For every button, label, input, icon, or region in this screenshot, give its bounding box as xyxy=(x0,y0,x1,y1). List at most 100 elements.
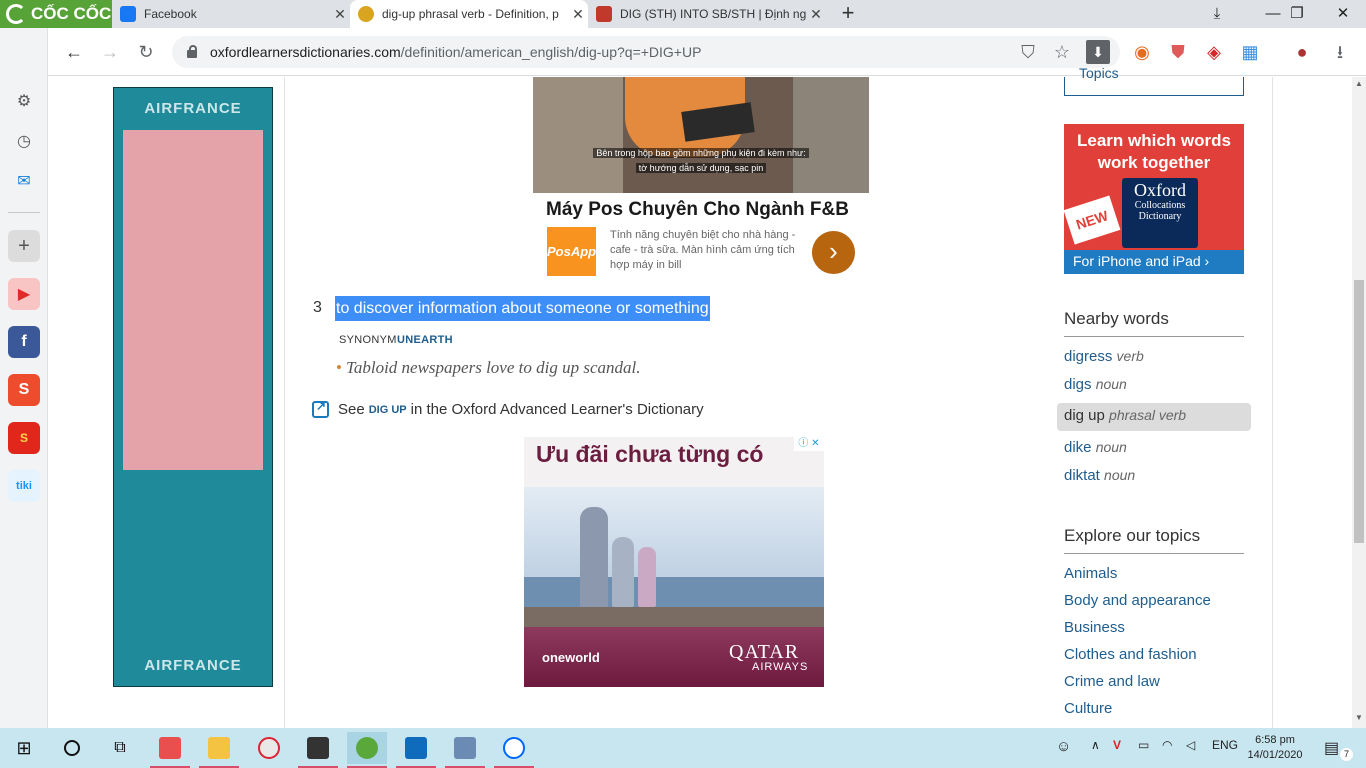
add-app-icon[interactable]: + xyxy=(8,230,40,262)
topic-link[interactable]: Clothes and fashion xyxy=(1064,646,1197,663)
tiki-icon[interactable]: tiki xyxy=(8,470,40,502)
sticky-notes-icon xyxy=(307,737,329,759)
unikey-icon[interactable]: V xyxy=(1113,738,1121,752)
page-scrollbar[interactable]: ▲ ▼ xyxy=(1352,77,1366,728)
scroll-down-arrow-icon[interactable]: ▼ xyxy=(1352,713,1366,722)
reload-button[interactable]: ↻ xyxy=(134,40,158,64)
tab-facebook[interactable]: Facebook ✕ xyxy=(112,0,350,28)
cambridge-shield-icon xyxy=(596,6,612,22)
forward-button[interactable]: → xyxy=(98,40,122,64)
nearby-word-item[interactable]: dike noun xyxy=(1064,439,1127,456)
topic-link[interactable]: Body and appearance xyxy=(1064,592,1211,609)
sendo-icon[interactable]: S xyxy=(8,422,40,454)
content-border-right xyxy=(1272,77,1273,728)
tab-search-button[interactable]: ⤓ xyxy=(1194,0,1240,28)
extension-coccoc-icon[interactable]: ◉ xyxy=(1130,40,1154,64)
taskbar-app-paint[interactable] xyxy=(249,732,289,764)
extension-red-icon[interactable]: ◈ xyxy=(1202,40,1226,64)
battery-icon[interactable]: ▭ xyxy=(1138,738,1149,752)
address-bar[interactable]: oxfordlearnersdictionaries.com/definitio… xyxy=(172,36,1120,68)
tab-oxford[interactable]: dig-up phrasal verb - Definition, p ✕ xyxy=(350,0,588,28)
messenger-icon[interactable]: ✉ xyxy=(8,165,40,197)
history-icon[interactable]: ◷ xyxy=(8,125,40,157)
bookmark-star-icon[interactable]: ☆ xyxy=(1050,40,1074,64)
video-subtitle-line-2: tờ hướng dẫn sử dụng, sạc pin xyxy=(533,163,869,173)
topics-button[interactable]: Topics xyxy=(1064,66,1244,96)
airfrance-ad-image xyxy=(123,130,263,470)
settings-gear-icon[interactable]: ⚙ xyxy=(8,85,40,117)
sense-number: 3 xyxy=(313,299,322,316)
facebook-icon xyxy=(120,6,136,22)
posapp-logo[interactable]: PosApp xyxy=(547,227,596,276)
youtube-icon[interactable]: ▶ xyxy=(8,278,40,310)
notes-app-icon xyxy=(159,737,181,759)
adchoices-icon[interactable]: ⓘ ✕ xyxy=(794,437,824,451)
taskbar-app-coccoc[interactable] xyxy=(347,732,387,768)
oxford-collocations-ad[interactable]: Learn which words work together Oxford C… xyxy=(1064,124,1244,274)
topic-link[interactable]: Crime and law xyxy=(1064,673,1160,690)
nearby-word-item[interactable]: diktat noun xyxy=(1064,467,1135,484)
people-icon[interactable]: ☺ xyxy=(1056,738,1071,755)
nearby-word-item[interactable]: digress verb xyxy=(1064,348,1144,365)
close-icon[interactable]: ✕ xyxy=(806,6,826,23)
taskbar-app-zalo[interactable] xyxy=(494,732,534,768)
see-xref-link[interactable]: DIG UP xyxy=(369,404,407,416)
taskbar-app-sticky[interactable] xyxy=(298,732,338,768)
clock-time: 6:58 pm xyxy=(1255,734,1295,746)
taskbar-app-explorer[interactable] xyxy=(199,732,239,768)
snip-tool-icon xyxy=(258,737,280,759)
taskbar-app-notes[interactable] xyxy=(150,732,190,768)
system-clock[interactable]: 6:58 pm 14/01/2020 xyxy=(1240,733,1310,763)
facebook-icon[interactable]: f xyxy=(8,326,40,358)
show-hidden-icons-chevron-icon[interactable]: ∧ xyxy=(1091,738,1100,752)
task-view-button[interactable]: ⧉ xyxy=(100,732,140,764)
ad-description: Tính năng chuyên biệt cho nhà hàng - caf… xyxy=(610,229,796,271)
taskbar-app-tool[interactable] xyxy=(445,732,485,768)
browser-toolbar: ▣ ← → ↻ oxfordlearnersdictionaries.com/d… xyxy=(0,28,1366,76)
extension-color-icon[interactable]: ▦ xyxy=(1238,40,1262,64)
tab-cambridge[interactable]: DIG (STH) INTO SB/STH | Định ngh ✕ xyxy=(588,0,826,28)
notification-center-icon[interactable]: ▤ xyxy=(1324,738,1339,758)
explore-topics-heading: Explore our topics xyxy=(1064,526,1244,554)
download-arrow-icon[interactable]: ⭳ xyxy=(1328,40,1352,64)
windows-logo-icon: ⊞ xyxy=(16,737,32,758)
topic-link[interactable]: Culture xyxy=(1064,700,1112,717)
scrollbar-thumb[interactable] xyxy=(1354,280,1364,543)
windows-taskbar: ⊞ ⧉ ☺ ∧ V ▭ ◠ ◁ ENG 6:58 pm 14/01/2020 ▤… xyxy=(0,728,1366,768)
download-icon[interactable]: ⬇ xyxy=(1086,40,1110,64)
scroll-up-arrow-icon[interactable]: ▲ xyxy=(1352,79,1366,88)
qatar-airways-ad[interactable]: Ưu đãi chưa từng có ⓘ ✕ oneworld QATAR A… xyxy=(524,437,824,687)
see-suffix-link[interactable]: in the Oxford Advanced Learner's Diction… xyxy=(411,401,704,418)
maximize-button[interactable]: ❐ xyxy=(1274,0,1320,28)
airfrance-ad[interactable]: AIRFRANCE AIRFRANCE xyxy=(113,87,273,687)
synonym-link[interactable]: UNEARTH xyxy=(397,334,453,346)
profile-avatar[interactable]: ● xyxy=(1290,40,1314,64)
back-button[interactable]: ← xyxy=(62,40,86,64)
oxford-book-cover: Oxford Collocations Dictionary xyxy=(1122,178,1198,248)
ad-title[interactable]: Máy Pos Chuyên Cho Ngành F&B xyxy=(546,199,849,221)
close-icon[interactable]: ✕ xyxy=(568,6,588,23)
browser-brand[interactable]: CỐC CỐC xyxy=(0,0,112,28)
nearby-word-item-selected[interactable]: dig up phrasal verb xyxy=(1057,403,1251,431)
see-also: See DIG UP in the Oxford Advanced Learne… xyxy=(312,399,704,418)
nearby-word-item[interactable]: digs noun xyxy=(1064,376,1127,393)
start-button[interactable]: ⊞ xyxy=(4,732,44,764)
video-ad[interactable]: Bên trong hộp bao gồm những phụ kiện đi … xyxy=(533,77,869,193)
shopee-icon[interactable]: S xyxy=(8,374,40,406)
language-indicator[interactable]: ENG xyxy=(1212,738,1238,752)
ad-next-button[interactable]: › xyxy=(812,231,855,274)
taskbar-app-outlook[interactable] xyxy=(396,732,436,768)
topic-link[interactable]: Animals xyxy=(1064,565,1117,582)
clock-date: 14/01/2020 xyxy=(1247,749,1303,761)
topic-link[interactable]: Business xyxy=(1064,619,1125,636)
close-icon[interactable]: ✕ xyxy=(330,6,350,23)
search-button[interactable] xyxy=(52,732,92,764)
volume-icon[interactable]: ◁ xyxy=(1186,738,1195,752)
extension-adblock-icon[interactable]: ⛊ xyxy=(1166,40,1190,64)
new-tab-button[interactable]: + xyxy=(836,2,860,26)
extension-shield-icon[interactable]: ⛉ xyxy=(1016,40,1040,64)
browser-sidebar: ⚙ ◷ ✉ + ▶ f S S tiki xyxy=(0,28,48,728)
wifi-icon[interactable]: ◠ xyxy=(1162,738,1172,752)
close-window-button[interactable]: ✕ xyxy=(1320,0,1366,28)
oxford-ad-footer-text: For iPhone and iPad xyxy=(1073,253,1201,269)
